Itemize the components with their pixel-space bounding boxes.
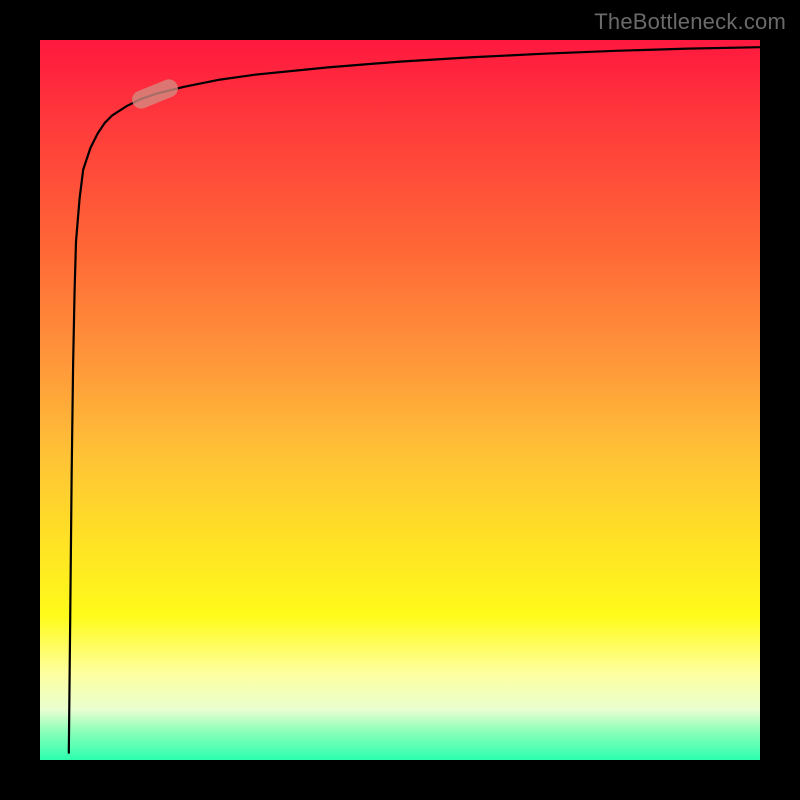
- curve-line: [69, 47, 760, 753]
- curve-layer: [40, 40, 760, 760]
- watermark-text: TheBottleneck.com: [594, 9, 786, 35]
- plot-area: [40, 40, 760, 760]
- chart-frame: TheBottleneck.com: [0, 0, 800, 800]
